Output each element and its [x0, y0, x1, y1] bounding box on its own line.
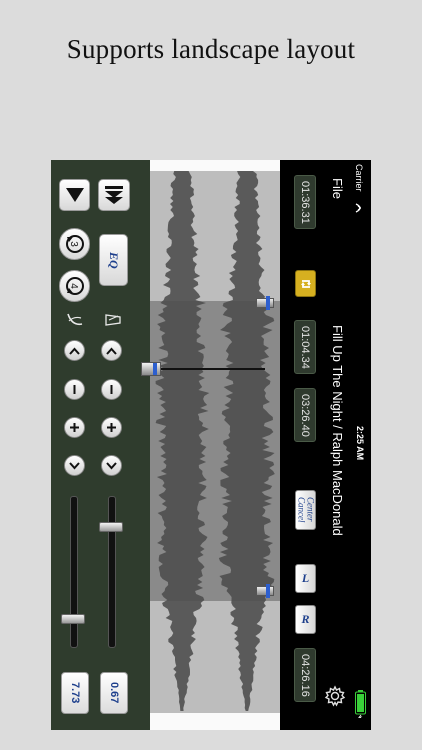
center-cancel-line1: Center: [305, 497, 316, 522]
loop-start-time: 01:04.34: [299, 325, 311, 369]
minus-icon: [73, 385, 76, 394]
total-time: 04:26.16: [299, 653, 311, 697]
chevron-up-icon: [69, 347, 80, 355]
speed-slider-thumb[interactable]: [61, 614, 85, 624]
song-title: Fill Up The Night / Ralph MacDonald: [330, 325, 345, 536]
minus-icon: [110, 385, 113, 394]
speed-slider[interactable]: [70, 496, 78, 648]
chevron-down-icon: [106, 461, 117, 469]
clock: 2:25 AM: [355, 426, 365, 461]
speed-up-button[interactable]: [64, 340, 85, 361]
right-channel-label: R: [301, 612, 310, 626]
caption: Supports landscape layout: [66, 34, 356, 64]
eq-button[interactable]: EQ: [99, 234, 128, 286]
svg-text:4: 4: [68, 283, 79, 289]
gear-icon[interactable]: [324, 685, 346, 707]
loop-end-time: 03:26.40: [299, 393, 311, 437]
speed-value: 7.73: [69, 682, 81, 704]
eq-label: EQ: [107, 251, 121, 269]
loop-icon: [300, 279, 311, 288]
skip-to-start-button[interactable]: [98, 179, 130, 211]
speed-minus-button[interactable]: [64, 379, 85, 400]
pitch-plus-button[interactable]: [101, 417, 122, 438]
left-channel-label: L: [301, 571, 310, 585]
speed-plus-button[interactable]: [64, 417, 85, 438]
down-button[interactable]: [59, 179, 90, 211]
left-channel-button[interactable]: L: [295, 564, 316, 593]
chevron-down-icon: [69, 461, 80, 469]
loop-button[interactable]: [295, 270, 316, 297]
forward-4-button[interactable]: 4: [59, 270, 90, 302]
metronome-icon: [105, 314, 121, 326]
battery-icon: [355, 690, 366, 718]
pitch-down-button[interactable]: [101, 455, 122, 476]
waveform-top-bar: [150, 160, 280, 171]
total-time-box: 04:26.16: [294, 648, 316, 702]
pitch-minus-button[interactable]: [101, 379, 122, 400]
rewind-3-icon: 3: [65, 235, 84, 253]
right-channel-button[interactable]: R: [295, 605, 316, 634]
center-cancel-button[interactable]: Center Cancel: [295, 490, 316, 530]
carrier-label: Carrier: [354, 164, 364, 192]
forward-4-icon: 4: [65, 277, 84, 295]
plus-icon: [107, 423, 116, 432]
chevron-up-icon: [106, 347, 117, 355]
loop-end-time-box[interactable]: 03:26.40: [294, 388, 316, 442]
loop-start-marker[interactable]: [256, 296, 278, 310]
pitch-slider-thumb[interactable]: [99, 522, 123, 532]
center-cancel-line2: Cancel: [296, 497, 307, 523]
playhead[interactable]: [141, 362, 280, 376]
pitch-slider[interactable]: [108, 496, 116, 648]
speed-value-box[interactable]: 7.73: [61, 672, 89, 714]
loop-end-marker[interactable]: [256, 584, 278, 598]
rewind-3-button[interactable]: 3: [59, 228, 90, 260]
current-time: 01:36.31: [299, 180, 311, 224]
control-panel: 3 EQ 4 7.73 0.67: [51, 160, 150, 730]
speed-icon: [67, 313, 83, 326]
skip-to-start-icon: [105, 186, 123, 204]
pitch-value-box[interactable]: 0.67: [100, 672, 128, 714]
waveform-bottom-bar: [150, 713, 280, 730]
current-time-box: 01:36.31: [294, 175, 316, 229]
loop-start-time-box[interactable]: 01:04.34: [294, 320, 316, 374]
pitch-value: 0.67: [108, 682, 120, 704]
speed-down-button[interactable]: [64, 455, 85, 476]
pitch-up-button[interactable]: [101, 340, 122, 361]
plus-icon: [70, 423, 79, 432]
svg-text:3: 3: [68, 241, 79, 247]
file-label[interactable]: File: [330, 178, 345, 199]
info-strip: 01:36.31 01:04.34 03:26.40 Center Cancel…: [280, 160, 371, 730]
wifi-icon: [355, 203, 361, 213]
waveform-area[interactable]: [141, 160, 280, 730]
app-screen: 3 EQ 4 7.73 0.67 01:36.31 01:04.34 03:26…: [51, 160, 371, 730]
triangle-down-icon: [65, 188, 84, 202]
waveform: [150, 171, 280, 711]
